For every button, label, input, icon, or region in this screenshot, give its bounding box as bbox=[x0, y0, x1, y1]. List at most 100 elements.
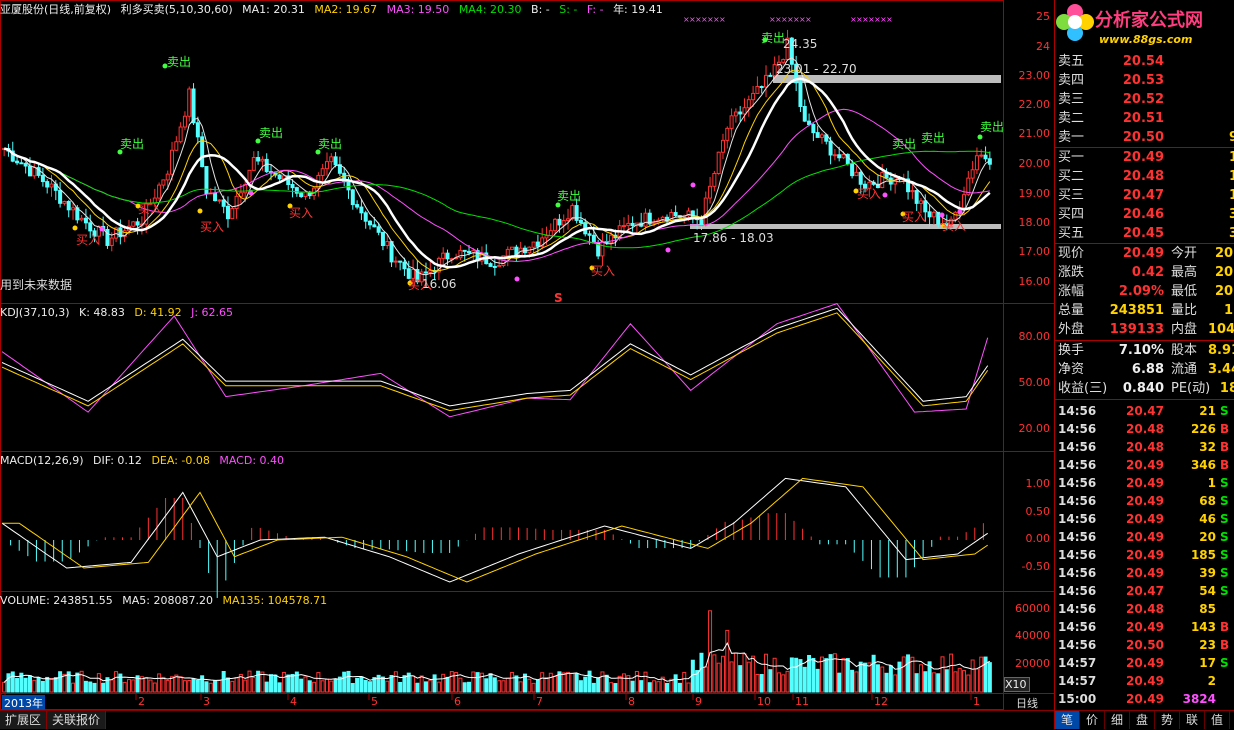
volume-bar bbox=[6, 673, 11, 693]
ask-row[interactable]: 卖五 20.54 bbox=[1058, 52, 1234, 71]
volume-bar bbox=[600, 671, 605, 693]
tick-side: S bbox=[1220, 656, 1229, 670]
logo-url: www.88gs.com bbox=[1099, 33, 1193, 46]
volume-bar bbox=[548, 672, 553, 693]
tick-row[interactable]: 14:56 20.49 1 S bbox=[1058, 474, 1234, 492]
tick-time: 14:56 bbox=[1058, 494, 1097, 508]
right-tab[interactable]: 势 bbox=[1155, 711, 1180, 729]
tick-row[interactable]: 14:56 20.48 85 bbox=[1058, 600, 1234, 618]
right-tab[interactable]: 盘 bbox=[1130, 711, 1155, 729]
volume-bar bbox=[200, 675, 205, 693]
quote-label: 涨跌 bbox=[1058, 265, 1085, 280]
tick-side: B bbox=[1220, 638, 1230, 652]
volume-bar bbox=[428, 679, 433, 693]
fund-row: 净资 6.88 流通 3.44 bbox=[1058, 360, 1234, 379]
candle-body bbox=[221, 199, 226, 207]
right-tab[interactable]: 笔 bbox=[1055, 711, 1080, 729]
candle-body bbox=[320, 168, 325, 176]
candle-body bbox=[510, 246, 515, 250]
macd-dif-line bbox=[1, 477, 988, 583]
tick-row[interactable]: 14:56 20.49 20 S bbox=[1058, 528, 1234, 546]
tick-row[interactable]: 14:56 20.48 226 B bbox=[1058, 420, 1234, 438]
volume-bar bbox=[436, 681, 441, 693]
right-tab[interactable]: 值 bbox=[1205, 711, 1230, 729]
bid-row[interactable]: 买四 20.46 3 bbox=[1058, 205, 1234, 224]
candle-body bbox=[927, 211, 932, 218]
tick-time: 14:56 bbox=[1058, 620, 1097, 634]
sell-label-8: 卖出 bbox=[921, 131, 945, 145]
bid-row[interactable]: 买一 20.49 1 bbox=[1058, 148, 1234, 167]
volume-bar bbox=[630, 680, 635, 693]
quote-panel: 分析家公式网 www.88gs.com 卖五 20.54 卖四 20.53 卖三 20… bbox=[1054, 0, 1234, 729]
volume-bar bbox=[441, 673, 446, 693]
y-tick: 80.00 bbox=[1018, 330, 1051, 343]
low-annotation: 16.06 bbox=[422, 277, 456, 291]
candle-body bbox=[979, 154, 984, 157]
period-label[interactable]: 日线 bbox=[1016, 695, 1038, 711]
buy-label-4: 买入 bbox=[289, 206, 313, 220]
sell-label-2: 卖出 bbox=[120, 137, 144, 151]
ask-row[interactable]: 卖三 20.52 bbox=[1058, 90, 1234, 109]
quote-label: 量比 bbox=[1171, 303, 1198, 318]
tick-row[interactable]: 14:56 20.50 23 B bbox=[1058, 636, 1234, 654]
signal-dot bbox=[665, 247, 671, 253]
tick-side: S bbox=[1220, 548, 1229, 562]
tab-extension[interactable]: 扩展区 bbox=[0, 711, 48, 729]
quote-label: 内盘 bbox=[1171, 322, 1198, 337]
tick-row[interactable]: 14:57 20.49 2 bbox=[1058, 672, 1234, 690]
candle-body bbox=[626, 222, 631, 227]
bid-row[interactable]: 买五 20.45 3 bbox=[1058, 224, 1234, 243]
resistance-annotation: 23.01 - 22.70 bbox=[776, 62, 857, 76]
buy-label-2: 买入 bbox=[138, 202, 162, 216]
signal-dot bbox=[514, 276, 520, 282]
volume-bar bbox=[949, 653, 954, 693]
tick-time: 14:57 bbox=[1058, 656, 1097, 670]
volume-bar bbox=[329, 680, 334, 693]
candle-body bbox=[768, 74, 773, 77]
tick-row[interactable]: 14:56 20.49 68 S bbox=[1058, 492, 1234, 510]
volume-bar bbox=[656, 681, 661, 693]
bid-row[interactable]: 买三 20.47 1 bbox=[1058, 186, 1234, 205]
volume-bar bbox=[488, 673, 493, 693]
right-tab[interactable]: 联 bbox=[1180, 711, 1205, 729]
ask-row[interactable]: 卖一 20.50 9 bbox=[1058, 128, 1234, 147]
volume-bar bbox=[669, 678, 674, 693]
ask-row[interactable]: 卖二 20.51 bbox=[1058, 109, 1234, 128]
candle-body bbox=[729, 115, 734, 129]
candle-body bbox=[393, 260, 398, 263]
volume-bar bbox=[720, 655, 725, 693]
volume-unit[interactable]: X10 bbox=[1004, 677, 1030, 692]
bid-row[interactable]: 买二 20.48 1 bbox=[1058, 167, 1234, 186]
tick-row[interactable]: 15:00 20.49 3824 bbox=[1058, 690, 1234, 708]
tick-row[interactable]: 14:56 20.49 346 B bbox=[1058, 456, 1234, 474]
volume-bar bbox=[647, 682, 652, 693]
tick-price: 20.49 bbox=[1126, 656, 1164, 670]
x-label: 5 bbox=[371, 695, 378, 708]
tick-time: 14:56 bbox=[1058, 602, 1097, 616]
tick-row[interactable]: 14:56 20.47 54 S bbox=[1058, 582, 1234, 600]
tick-row[interactable]: 14:57 20.49 17 S bbox=[1058, 654, 1234, 672]
tick-row[interactable]: 14:56 20.49 143 B bbox=[1058, 618, 1234, 636]
fund-value: 3.44 bbox=[1208, 362, 1234, 377]
volume-bar bbox=[768, 669, 773, 693]
candle-body bbox=[802, 105, 807, 122]
tick-row[interactable]: 14:56 20.48 32 B bbox=[1058, 438, 1234, 456]
tick-time: 14:56 bbox=[1058, 476, 1097, 490]
tick-row[interactable]: 14:56 20.49 46 S bbox=[1058, 510, 1234, 528]
volume-bar bbox=[165, 680, 170, 693]
site-logo: 分析家公式网 www.88gs.com bbox=[1055, 0, 1234, 52]
volume-bar bbox=[725, 629, 730, 693]
tick-row[interactable]: 14:56 20.47 21 S bbox=[1058, 402, 1234, 420]
right-tab[interactable]: 价 bbox=[1080, 711, 1105, 729]
ask-row[interactable]: 卖四 20.53 bbox=[1058, 71, 1234, 90]
tab-related-quotes[interactable]: 关联报价 bbox=[47, 711, 107, 729]
chart-area[interactable]: × × × × × × × × × × × × × × × × × × × × × 卖出 卖出 卖出 卖出 卖出 卖出 … bbox=[0, 0, 1054, 730]
tick-row[interactable]: 14:56 20.49 185 S bbox=[1058, 546, 1234, 564]
sell-label-5: 卖出 bbox=[557, 189, 581, 203]
volume-bar bbox=[221, 670, 226, 693]
candle-body bbox=[544, 235, 549, 239]
signal-dot bbox=[977, 134, 983, 140]
tick-row[interactable]: 14:56 20.49 39 S bbox=[1058, 564, 1234, 582]
candle-body bbox=[712, 172, 717, 187]
right-tab[interactable]: 细 bbox=[1105, 711, 1130, 729]
